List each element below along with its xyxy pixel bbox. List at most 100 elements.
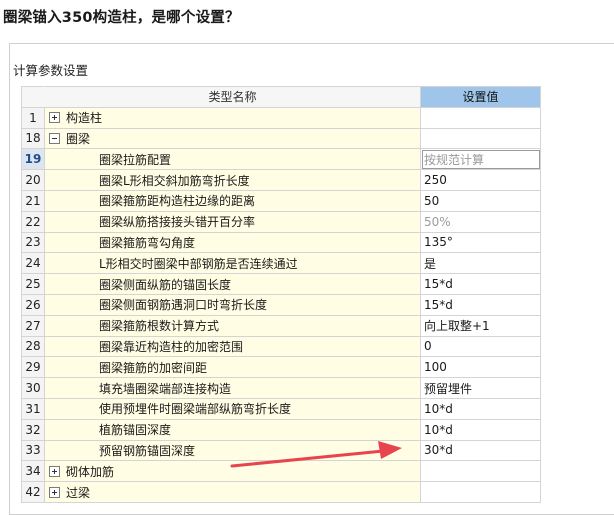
row-value-field[interactable]: 是 (420, 252, 541, 275)
table-row[interactable]: 26 圈梁侧面钢筋遇洞口时弯折长度 15*d (21, 293, 541, 316)
row-label: 圈梁箍筋距构造柱边缘的距离 (99, 194, 256, 209)
row-number[interactable]: 18 (21, 127, 45, 150)
row-label: 构造柱 (66, 111, 103, 126)
row-value-empty (420, 460, 541, 483)
row-value-field[interactable]: 135° (420, 231, 541, 254)
table-row[interactable]: 29 圈梁箍筋的加密间距 100 (21, 356, 541, 379)
row-type-name[interactable]: 圈梁侧面纵筋的锚固长度 (44, 273, 421, 295)
header-num-cell (21, 86, 45, 108)
row-label: 圈梁侧面纵筋的锚固长度 (99, 277, 232, 292)
row-label: 砌体加筋 (66, 464, 115, 479)
row-label: 圈梁箍筋根数计算方式 (99, 319, 220, 334)
row-type-name[interactable]: 构造柱 (44, 106, 421, 129)
row-number[interactable]: 31 (21, 397, 45, 420)
grid-header-row: 类型名称 设置值 (21, 86, 541, 108)
table-row[interactable]: 24 L形相交时圈梁中部钢筋是否连续通过 是 (21, 252, 541, 275)
row-number[interactable]: 1 (21, 106, 45, 129)
row-value-field[interactable]: 50 (420, 189, 541, 212)
row-number[interactable]: 20 (21, 169, 45, 191)
row-number[interactable]: 32 (21, 418, 45, 441)
row-type-name[interactable]: 圈梁箍筋距构造柱边缘的距离 (44, 189, 421, 212)
row-label: 使用预埋件时圈梁端部纵筋弯折长度 (99, 402, 292, 417)
table-row[interactable]: 33 预留钢筋锚固深度 30*d (21, 439, 541, 462)
row-number[interactable]: 30 (21, 377, 45, 399)
row-number[interactable]: 23 (21, 231, 45, 254)
row-number[interactable]: 42 (21, 481, 45, 503)
row-type-name[interactable]: 圈梁 (44, 127, 421, 150)
table-row[interactable]: 25 圈梁侧面纵筋的锚固长度 15*d (21, 273, 541, 295)
row-type-name[interactable]: 过梁 (44, 481, 421, 503)
table-row[interactable]: 27 圈梁箍筋根数计算方式 向上取整+1 (21, 314, 541, 337)
row-type-name[interactable]: 砌体加筋 (44, 460, 421, 483)
row-number[interactable]: 29 (21, 356, 45, 379)
row-value-field[interactable]: 30*d (420, 439, 541, 462)
row-type-name[interactable]: 圈梁拉筋配置 (44, 148, 421, 171)
row-number[interactable]: 34 (21, 460, 45, 483)
row-type-name[interactable]: 使用预埋件时圈梁端部纵筋弯折长度 (44, 397, 421, 420)
row-value-field[interactable]: 100 (420, 356, 541, 379)
collapse-minus-icon[interactable] (49, 132, 60, 144)
row-number[interactable]: 26 (21, 293, 45, 316)
row-number[interactable]: 28 (21, 335, 45, 358)
row-value-field[interactable]: 向上取整+1 (420, 314, 541, 337)
header-type-name[interactable]: 类型名称 (44, 86, 421, 108)
group-row[interactable]: 1 构造柱 (21, 106, 541, 129)
row-number[interactable]: 25 (21, 273, 45, 295)
row-label: 预留钢筋锚固深度 (99, 443, 196, 458)
row-value-field[interactable]: 15*d (420, 273, 541, 295)
table-row[interactable]: 30 填充墙圈梁端部连接构造 预留埋件 (21, 377, 541, 399)
row-type-name[interactable]: 填充墙圈梁端部连接构造 (44, 377, 421, 399)
table-row[interactable]: 20 圈梁L形相交斜加筋弯折长度 250 (21, 169, 541, 191)
row-type-name[interactable]: 圈梁纵筋搭接接头错开百分率 (44, 210, 421, 233)
group-row[interactable]: 34 砌体加筋 (21, 460, 541, 483)
row-label: 圈梁拉筋配置 (99, 152, 172, 167)
group-row[interactable]: 18 圈梁 (21, 127, 541, 150)
row-number[interactable]: 27 (21, 314, 45, 337)
table-row[interactable]: 23 圈梁箍筋弯勾角度 135° (21, 231, 541, 254)
table-row[interactable]: 22 圈梁纵筋搭接接头错开百分率 50% (21, 210, 541, 233)
expand-plus-icon[interactable] (49, 465, 60, 477)
row-label: 圈梁靠近构造柱的加密范围 (99, 339, 244, 354)
row-label: 圈梁侧面钢筋遇洞口时弯折长度 (99, 298, 268, 313)
row-value-empty (420, 481, 541, 503)
group-row[interactable]: 42 过梁 (21, 481, 541, 503)
row-label: 圈梁箍筋弯勾角度 (99, 235, 196, 250)
expand-plus-icon[interactable] (49, 112, 60, 124)
row-value-field[interactable]: 10*d (420, 418, 541, 441)
row-type-name[interactable]: 圈梁箍筋弯勾角度 (44, 231, 421, 254)
row-number[interactable]: 19 (21, 148, 45, 171)
row-value-empty (420, 106, 541, 129)
row-label: 圈梁 (66, 131, 91, 146)
row-label: 圈梁L形相交斜加筋弯折长度 (99, 173, 250, 188)
row-label: 填充墙圈梁端部连接构造 (99, 381, 232, 396)
row-value-field[interactable]: 250 (420, 169, 541, 191)
row-type-name[interactable]: 圈梁箍筋的加密间距 (44, 356, 421, 379)
row-type-name[interactable]: 预留钢筋锚固深度 (44, 439, 421, 462)
row-number[interactable]: 24 (21, 252, 45, 275)
grid-body: 1 构造柱 18 圈梁 19 圈梁拉筋配置 按规范计算 20 圈梁L形相交斜加筋弯折长度 250 2… (21, 106, 541, 503)
row-value-field[interactable]: 0 (420, 335, 541, 358)
table-row[interactable]: 28 圈梁靠近构造柱的加密范围 0 (21, 335, 541, 358)
table-row[interactable]: 21 圈梁箍筋距构造柱边缘的距离 50 (21, 189, 541, 212)
table-row[interactable]: 19 圈梁拉筋配置 按规范计算 (21, 148, 541, 171)
row-value-field[interactable]: 预留埋件 (420, 377, 541, 399)
row-type-name[interactable]: 圈梁箍筋根数计算方式 (44, 314, 421, 337)
table-row[interactable]: 31 使用预埋件时圈梁端部纵筋弯折长度 10*d (21, 397, 541, 420)
header-setting-value[interactable]: 设置值 (420, 86, 541, 108)
row-type-name[interactable]: 植筋锚固深度 (44, 418, 421, 441)
row-type-name[interactable]: 圈梁靠近构造柱的加密范围 (44, 335, 421, 358)
row-label: 圈梁纵筋搭接接头错开百分率 (99, 215, 256, 230)
row-number[interactable]: 33 (21, 439, 45, 462)
row-value-field[interactable]: 10*d (420, 397, 541, 420)
row-number[interactable]: 21 (21, 189, 45, 212)
table-row[interactable]: 32 植筋锚固深度 10*d (21, 418, 541, 441)
row-type-name[interactable]: L形相交时圈梁中部钢筋是否连续通过 (44, 252, 421, 275)
row-label: 过梁 (66, 485, 91, 500)
row-number[interactable]: 22 (21, 210, 45, 233)
row-value-field[interactable]: 按规范计算 (420, 148, 541, 171)
row-type-name[interactable]: 圈梁侧面钢筋遇洞口时弯折长度 (44, 293, 421, 316)
row-label: 圈梁箍筋的加密间距 (99, 360, 208, 375)
row-value-field[interactable]: 15*d (420, 293, 541, 316)
row-type-name[interactable]: 圈梁L形相交斜加筋弯折长度 (44, 169, 421, 191)
row-value-field[interactable]: 50% (420, 210, 541, 233)
